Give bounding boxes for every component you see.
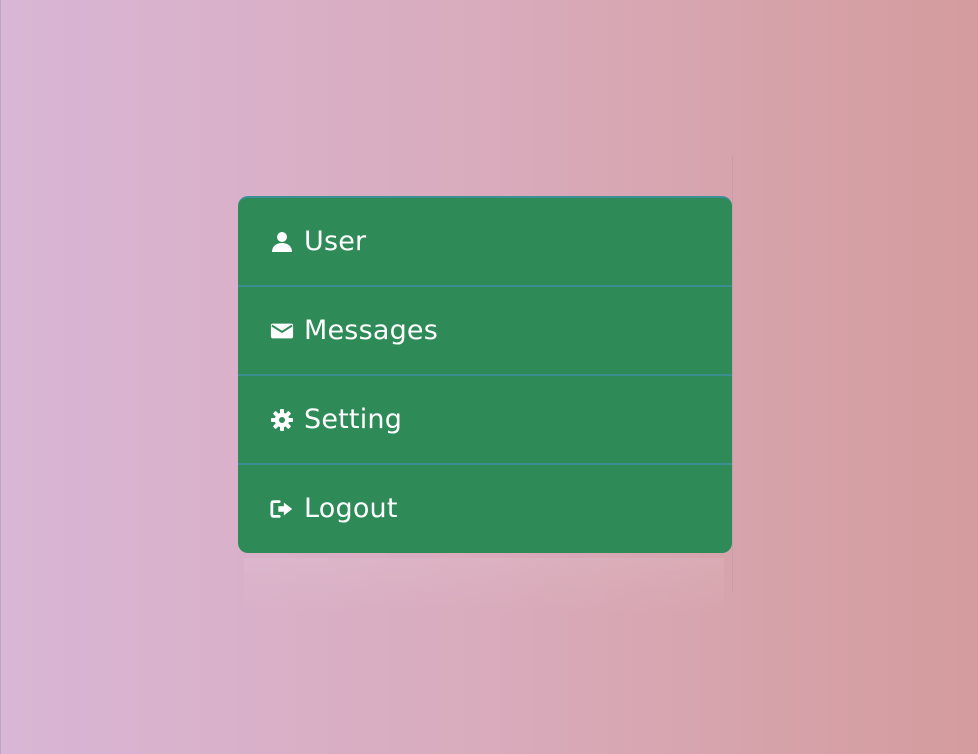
menu-item-label: Setting bbox=[304, 404, 403, 435]
menu-item-label: User bbox=[304, 226, 367, 257]
gear-icon bbox=[270, 408, 294, 432]
menu-item-label: Messages bbox=[304, 315, 439, 346]
logout-icon bbox=[270, 497, 294, 521]
menu-item-logout[interactable]: Logout bbox=[238, 465, 732, 552]
envelope-icon bbox=[270, 319, 294, 343]
user-icon bbox=[270, 230, 294, 254]
page-left-edge bbox=[0, 0, 1, 754]
menu-item-messages[interactable]: Messages bbox=[238, 287, 732, 376]
menu-item-user[interactable]: User bbox=[238, 198, 732, 287]
menu-reflection bbox=[244, 558, 724, 614]
menu-item-label: Logout bbox=[304, 493, 398, 524]
vertical-guide-line bbox=[732, 156, 733, 593]
menu-item-setting[interactable]: Setting bbox=[238, 376, 732, 465]
dropdown-menu: User Messages Setting Logout bbox=[238, 196, 732, 553]
